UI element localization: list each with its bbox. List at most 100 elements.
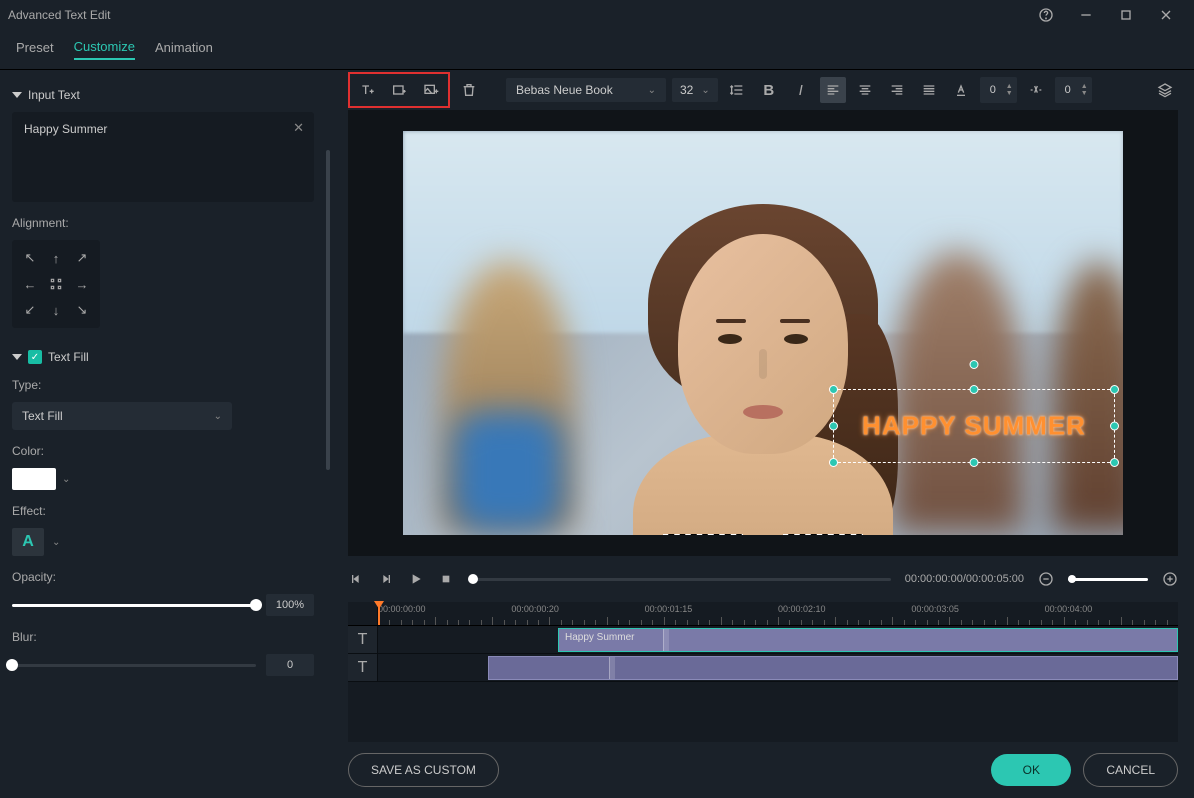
input-text-section-header[interactable]: Input Text [12,88,314,102]
preview-canvas[interactable]: HAPPY SUMMER [403,131,1123,535]
align-left[interactable]: ← [18,272,42,296]
ruler-label: 00:00:00:20 [511,604,559,614]
zoom-slider[interactable] [1068,578,1148,581]
save-as-custom-button[interactable]: SAVE AS CUSTOM [348,753,499,787]
timeline: 00:00:00:0000:00:00:2000:00:01:1500:00:0… [348,602,1178,742]
ruler-label: 00:00:00:00 [378,604,426,614]
highlighted-tool-group [348,72,450,108]
spinner-arrows-icon[interactable]: ▲▼ [1081,83,1088,97]
italic-icon[interactable]: I [788,77,814,103]
text-fill-label: Text Fill [48,350,89,364]
zoom-in-icon[interactable] [1162,571,1178,587]
track-icon[interactable]: T [348,626,378,653]
bold-icon[interactable]: B [756,77,782,103]
progress-bar[interactable] [468,578,891,581]
ok-button[interactable]: OK [991,754,1071,786]
text-fill-section-header[interactable]: ✓ Text Fill [12,350,314,364]
font-size-dropdown[interactable]: 32 ⌄ [672,78,718,102]
text-clip-2[interactable] [488,656,1178,680]
window-title: Advanced Text Edit [8,8,111,22]
cancel-button[interactable]: CANCEL [1083,753,1178,787]
align-justify-icon[interactable] [916,77,942,103]
align-right-icon[interactable] [884,77,910,103]
tab-preset[interactable]: Preset [16,40,54,59]
chevron-down-icon[interactable]: ⌄ [62,474,70,485]
letter-spacing-input[interactable]: 0 ▲▼ [980,77,1017,103]
resize-handle[interactable] [829,385,838,394]
fill-type-dropdown[interactable]: Text Fill ⌄ [12,402,232,430]
playhead[interactable] [378,602,380,625]
minimize-button[interactable] [1066,0,1106,30]
align-center-icon[interactable] [852,77,878,103]
rotate-handle[interactable] [970,360,979,369]
add-textbox-icon[interactable] [386,77,412,103]
align-bottom[interactable]: ↓ [44,298,68,322]
character-width-icon[interactable] [1023,77,1049,103]
align-top-right[interactable]: ↗ [70,246,94,270]
chevron-down-icon: ⌄ [701,85,709,96]
transport-bar: 00:00:00:00/00:00:05:00 [332,556,1194,602]
font-family-dropdown[interactable]: Bebas Neue Book ⌄ [506,78,666,102]
align-center[interactable] [44,272,68,296]
title-bar: Advanced Text Edit [0,0,1194,30]
text-toolbar: Bebas Neue Book ⌄ 32 ⌄ B I 0 ▲▼ 0 ▲▼ [332,70,1194,110]
opacity-value[interactable]: 100% [266,594,314,616]
text-overlay[interactable]: HAPPY SUMMER [862,411,1086,442]
resize-handle[interactable] [829,458,838,467]
fill-type-value: Text Fill [22,409,63,423]
add-image-icon[interactable] [418,77,444,103]
input-text-label: Input Text [28,88,80,102]
align-right[interactable]: → [70,272,94,296]
align-top-left[interactable]: ↖ [18,246,42,270]
text-selection-box[interactable]: HAPPY SUMMER [833,389,1115,463]
tab-customize[interactable]: Customize [74,39,135,60]
resize-handle[interactable] [1110,422,1119,431]
tab-animation[interactable]: Animation [155,40,213,59]
text-color-icon[interactable] [948,77,974,103]
clear-text-icon[interactable]: ✕ [293,120,304,136]
blur-slider[interactable] [12,664,256,667]
clip-split-handle[interactable] [663,629,669,651]
align-bottom-left[interactable]: ↙ [18,298,42,322]
resize-handle[interactable] [829,422,838,431]
blur-value[interactable]: 0 [266,654,314,676]
align-bottom-right[interactable]: ↘ [70,298,94,322]
align-left-icon[interactable] [820,77,846,103]
prev-frame-icon[interactable] [348,571,364,587]
resize-handle[interactable] [970,385,979,394]
resize-handle[interactable] [1110,385,1119,394]
text-track-2: T [348,654,1178,682]
opacity-label: Opacity: [12,570,314,584]
maximize-button[interactable] [1106,0,1146,30]
alignment-grid: ↖ ↑ ↗ ← → ↙ ↓ ↘ [12,240,100,328]
line-spacing-input[interactable]: 0 ▲▼ [1055,77,1092,103]
close-button[interactable] [1146,0,1186,30]
text-fill-checkbox[interactable]: ✓ [28,350,42,364]
zoom-out-icon[interactable] [1038,571,1054,587]
chevron-down-icon[interactable]: ⌄ [52,537,60,548]
font-size-value: 32 [680,83,693,97]
resize-handle[interactable] [970,458,979,467]
play-icon[interactable] [408,571,424,587]
line-height-icon[interactable] [724,77,750,103]
timeline-ruler[interactable]: 00:00:00:0000:00:00:2000:00:01:1500:00:0… [348,602,1178,626]
preview-area: HAPPY SUMMER [348,110,1178,556]
add-text-icon[interactable] [354,77,380,103]
mode-tabs: Preset Customize Animation [0,30,1194,70]
color-picker[interactable] [12,468,56,490]
resize-handle[interactable] [1110,458,1119,467]
track-icon[interactable]: T [348,654,378,681]
opacity-slider[interactable] [12,604,256,607]
help-icon[interactable] [1026,0,1066,30]
text-input[interactable]: Happy Summer ✕ [12,112,314,202]
clip-split-handle[interactable] [609,657,615,679]
text-clip-1[interactable]: Happy Summer [558,628,1178,652]
next-frame-icon[interactable] [378,571,394,587]
spinner-arrows-icon[interactable]: ▲▼ [1006,83,1013,97]
ruler-label: 00:00:03:05 [911,604,959,614]
layers-icon[interactable] [1152,77,1178,103]
effect-preset[interactable]: A [12,528,44,556]
delete-icon[interactable] [456,77,482,103]
align-top[interactable]: ↑ [44,246,68,270]
stop-icon[interactable] [438,571,454,587]
